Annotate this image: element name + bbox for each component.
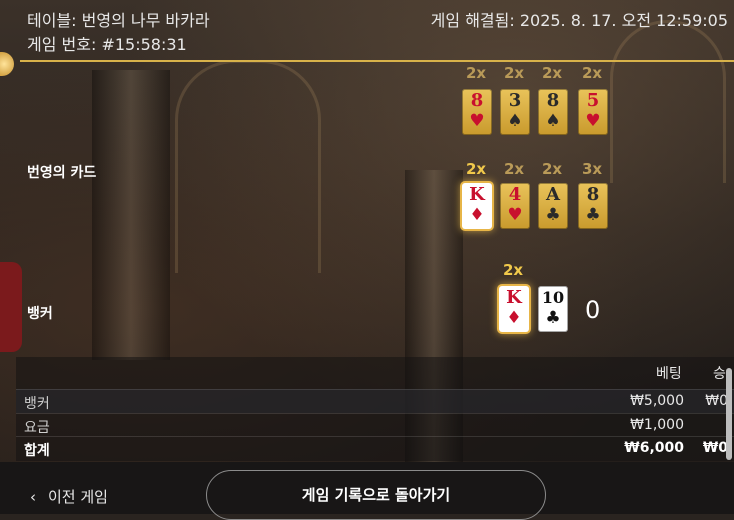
card-rank: 10: [541, 288, 565, 307]
multiplier: 2x: [503, 160, 525, 178]
heart-suit-icon: ♥: [469, 111, 485, 131]
heart-suit-icon: ♥: [507, 205, 523, 225]
card-rank: 4: [508, 184, 522, 205]
card-rank: 8: [546, 90, 560, 111]
multiplier: 2x: [503, 64, 525, 82]
multiplier: 2x: [465, 64, 487, 82]
column-header-bet: 베팅: [656, 366, 682, 382]
row-bet: ₩5,000: [630, 393, 684, 409]
resolved-timestamp: 게임 해결됨: 2025. 8. 17. 오전 12:59:05: [430, 11, 728, 30]
multiplier: 3x: [581, 160, 603, 178]
row-label: 요금: [24, 420, 50, 436]
prosperity-cards-label: 번영의 카드: [27, 165, 97, 181]
game-header: 테이블: 번영의 나무 바카라 게임 번호: #15:58:31 게임 해결됨:…: [0, 0, 734, 62]
multiplier: 2x: [502, 261, 524, 279]
club-suit-icon: ♣: [585, 205, 601, 225]
banker-score: 0: [585, 296, 601, 324]
game-number: 게임 번호: #15:58:31: [27, 35, 187, 54]
previous-game-label: 이전 게임: [48, 488, 108, 506]
playing-card: 10 ♣: [538, 286, 568, 332]
table-title: 테이블: 번영의 나무 바카라: [27, 11, 210, 30]
table-row: 요금 ₩1,000: [16, 413, 734, 437]
row-bet: ₩1,000: [630, 417, 684, 433]
row-win: ₩0: [705, 393, 728, 409]
club-suit-icon: ♣: [545, 308, 561, 328]
row-bet: ₩6,000: [624, 440, 684, 456]
table-scrollbar[interactable]: [726, 368, 732, 460]
playing-card: 3 ♠: [500, 89, 530, 135]
footer-bar: ‹ 이전 게임 게임 기록으로 돌아가기: [0, 462, 734, 520]
diamond-suit-icon: ♦: [469, 205, 485, 225]
playing-card: K ♦: [499, 286, 529, 332]
card-rank: 5: [586, 90, 600, 111]
spade-suit-icon: ♠: [545, 111, 561, 131]
multiplier: 2x: [465, 160, 487, 178]
card-rank: 8: [586, 184, 600, 205]
card-rank: K: [506, 287, 522, 308]
multiplier: 2x: [541, 160, 563, 178]
diamond-suit-icon: ♦: [506, 308, 522, 328]
playing-card: 8 ♥: [462, 89, 492, 135]
background-pillar: [92, 70, 170, 360]
playing-card: 8 ♣: [578, 183, 608, 229]
row-label: 합계: [24, 443, 50, 459]
table-row: 뱅커 ₩5,000 ₩0: [16, 389, 734, 413]
header-divider: [20, 60, 734, 62]
card-rank: 8: [470, 90, 484, 111]
heart-suit-icon: ♥: [585, 111, 601, 131]
back-to-history-button[interactable]: 게임 기록으로 돌아가기: [206, 470, 546, 520]
row-label: 뱅커: [24, 396, 50, 412]
background-arch: [175, 60, 321, 273]
table-row-total: 합계 ₩6,000 ₩0: [16, 436, 734, 460]
card-rank: A: [546, 184, 560, 205]
playing-card: K ♦: [462, 183, 492, 229]
playing-card: 4 ♥: [500, 183, 530, 229]
multiplier: 2x: [581, 64, 603, 82]
column-header-win: 승: [713, 366, 726, 382]
multiplier: 2x: [541, 64, 563, 82]
bets-table: 베팅 승 뱅커 ₩5,000 ₩0 요금 ₩1,000 합계 ₩6,000 ₩0: [16, 357, 734, 461]
playing-card: 5 ♥: [578, 89, 608, 135]
card-rank: 3: [508, 90, 522, 111]
row-win: ₩0: [702, 440, 728, 456]
background-chair: [0, 262, 22, 352]
banker-label: 뱅커: [27, 306, 53, 322]
club-suit-icon: ♣: [545, 205, 561, 225]
card-rank: K: [469, 184, 485, 205]
playing-card: A ♣: [538, 183, 568, 229]
spade-suit-icon: ♠: [507, 111, 523, 131]
chevron-left-icon: ‹: [30, 488, 36, 506]
playing-card: 8 ♠: [538, 89, 568, 135]
previous-game-button[interactable]: ‹ 이전 게임: [30, 486, 108, 507]
